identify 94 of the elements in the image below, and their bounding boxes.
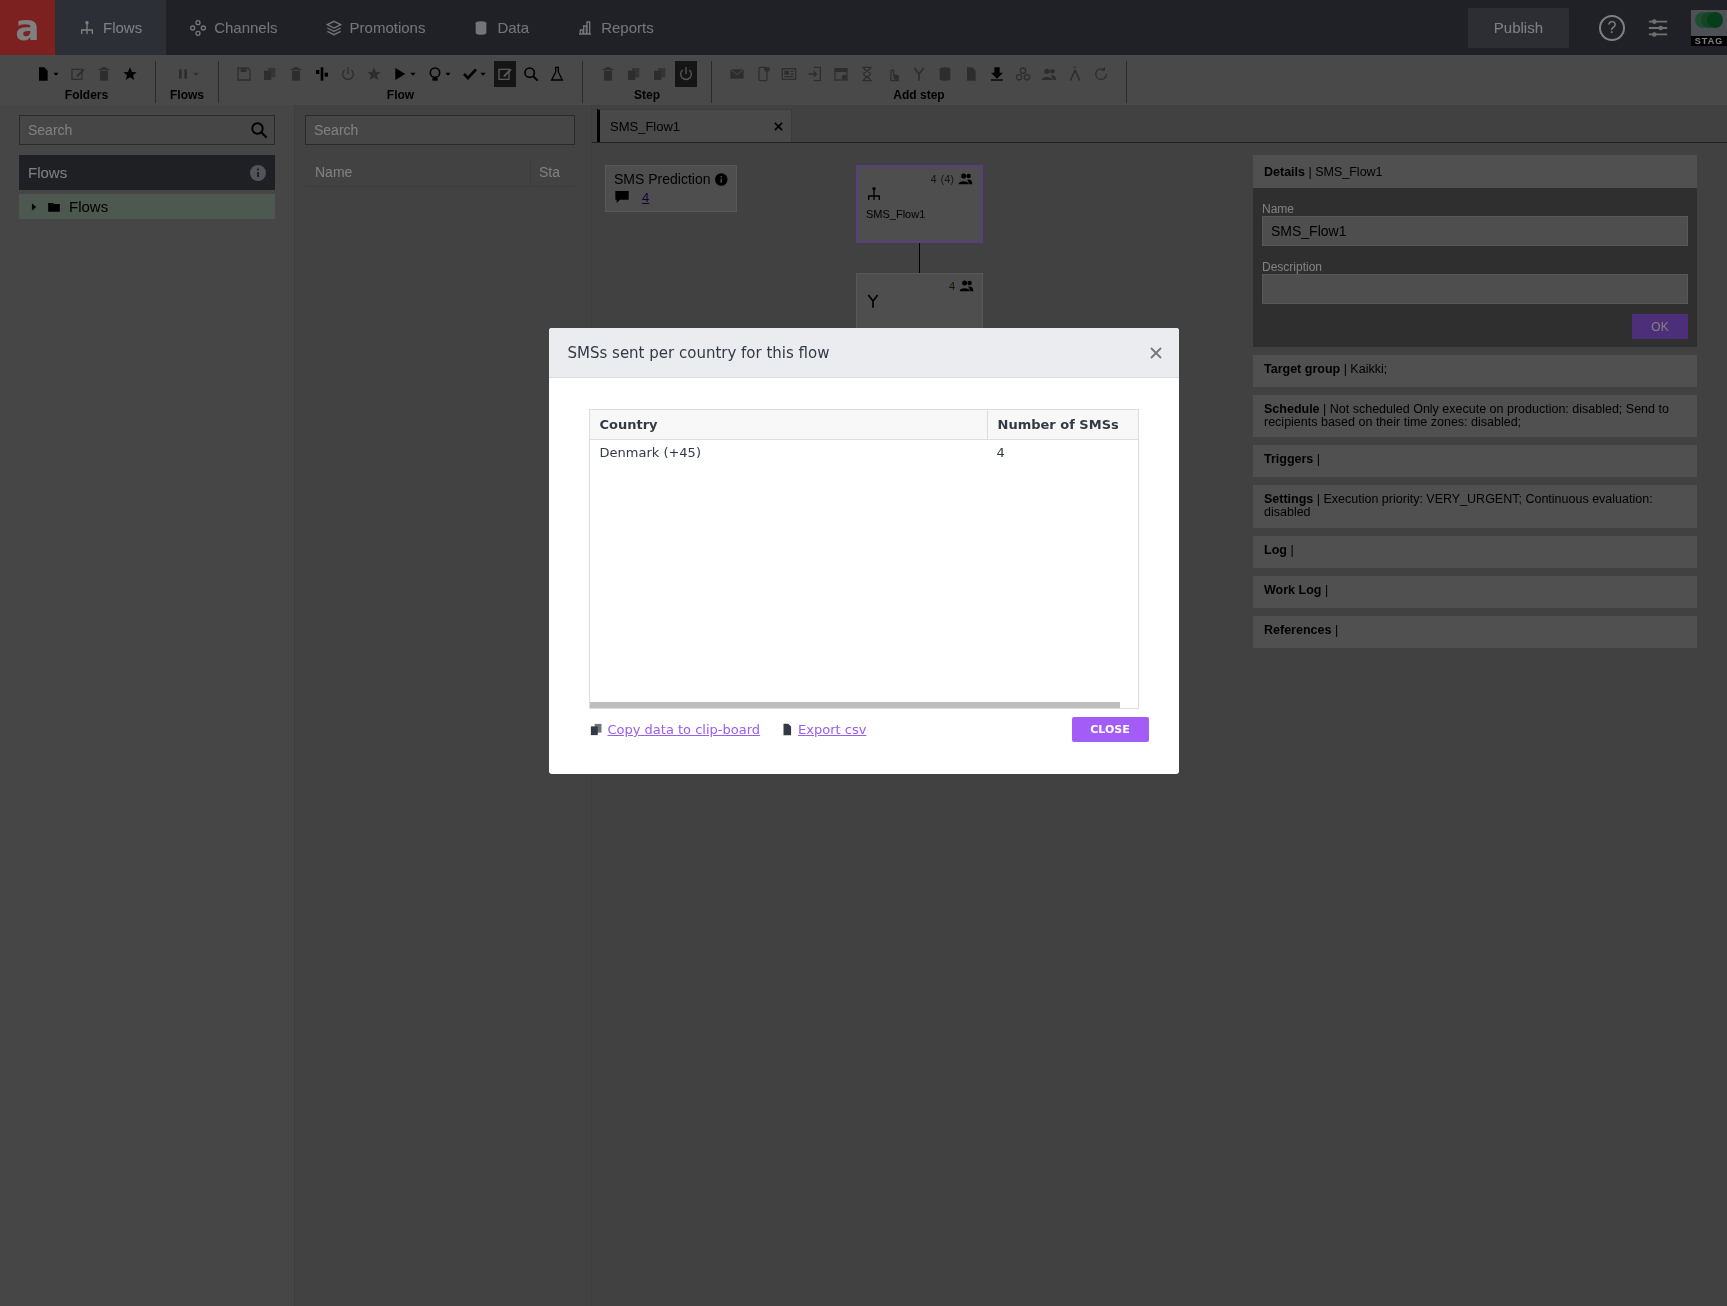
tree-item[interactable]: Flows [19,194,275,219]
info-icon[interactable] [250,164,266,181]
layers-icon [325,19,342,36]
trash-icon [96,66,112,82]
database-icon [937,66,953,82]
search-icon [523,66,539,82]
power-icon [340,66,356,82]
fork-icon [911,66,927,82]
close-button[interactable]: CLOSE [1071,717,1149,742]
nav-tab[interactable]: Channels [166,0,302,55]
hierarchy-icon [866,186,882,202]
export-link[interactable]: Export csv [780,722,867,737]
nav-tab[interactable]: Reports [553,0,678,55]
copy-icon [588,722,604,737]
panel-title: Flows [28,164,68,181]
toolbar-group-label: Step [634,88,660,102]
edit-icon [70,66,86,82]
lightbulb-icon [427,66,443,82]
star-icon [122,66,138,82]
refresh-icon [1093,66,1109,82]
lambda-icon [1067,66,1083,82]
table-cell-text: Denmark (+45) [598,444,702,462]
table-cell-text: 4 [995,444,1006,462]
environment-badge[interactable]: STAG [1691,9,1727,46]
toolbar-group-label: Folders [64,88,109,102]
copy-icon [652,66,668,82]
toolbar-button[interactable] [494,61,516,87]
close-icon[interactable] [774,121,783,131]
trash-icon [288,66,304,82]
logo[interactable]: a [0,0,55,55]
copy-icon [262,66,278,82]
field-label: Description [1262,260,1323,274]
name-field[interactable]: SMS_Flow1 [1262,216,1688,246]
users-icon [1041,66,1057,82]
edit-icon [497,66,513,82]
checkmark-icon [462,66,478,82]
node-label: SMS_Flow1 [866,208,927,220]
envelope-icon [729,66,745,82]
details-section[interactable]: Settings | Execution priority: VERY_URGENT; Continuous evaluation: disabled [1253,485,1697,528]
fork-icon [865,293,881,309]
node-count: 4 [930,172,937,185]
help-button[interactable]: ? [1599,14,1625,41]
flask-icon [549,66,565,82]
hourglass-icon [859,66,875,82]
details-section[interactable]: References | [1253,615,1697,648]
node-count: 4 [948,279,955,292]
details-section[interactable]: Target group | Kaikki; [1253,355,1697,387]
details-section[interactable]: Triggers | [1253,445,1697,478]
scrollbar[interactable] [589,702,1120,708]
field-label: Name [1262,202,1294,216]
login-icon [807,66,823,82]
newspaper-icon [781,66,797,82]
editor-tab[interactable]: SMS_Flow1 [597,109,792,142]
description-field[interactable] [1262,274,1688,304]
prediction-link[interactable]: 4 [642,189,650,205]
ok-button[interactable]: OK [1632,314,1688,339]
chat-icon [614,189,630,205]
details-section[interactable]: Work Log | [1253,575,1697,608]
calendar-icon [833,66,849,82]
download-icon [989,66,1005,82]
phone-icon [755,66,771,82]
users-icon [958,171,973,186]
nodes-icon [190,19,207,36]
toolbar-button[interactable] [675,61,697,87]
search-icon [250,121,268,139]
column-header[interactable]: Number of SMSs [986,410,1138,439]
copy-link[interactable]: Copy data to clip-board [588,722,761,737]
details-header: Details | SMS_Flow1 [1264,164,1383,179]
sliders-icon[interactable] [1647,16,1669,39]
bar-chart-icon [577,19,594,36]
users-icon [959,278,974,293]
prediction-title: SMS Prediction [614,171,711,187]
toolbar-group-label: Add step [893,88,945,102]
columns-icon [314,66,330,82]
details-section[interactable]: Schedule | Not scheduled Only execute on production: disabled; Send to recipients based on their time zones: disabled; [1253,395,1697,438]
hierarchy-icon [79,19,95,36]
column-header[interactable]: Country [589,410,987,439]
dialog-title: SMSs sent per country for this flow [567,343,830,362]
power-icon [678,66,694,82]
circles-icon [1015,66,1031,82]
publish-button[interactable]: Publish [1467,7,1569,48]
nav-tab[interactable]: Flows [55,0,167,55]
trash-icon [600,66,616,82]
tree-item-label: Flows [69,198,109,215]
toolbar-group-label: Flow [386,88,415,102]
nav-tab[interactable]: Data [449,0,554,55]
close-icon[interactable] [1149,346,1162,359]
details-section[interactable]: Log | [1253,535,1697,568]
copy-icon [626,66,642,82]
nav-tab[interactable]: Promotions [301,0,450,55]
tab-label: SMS_Flow1 [610,118,681,134]
toolbar-group-label: Flows [170,88,204,102]
info-icon[interactable] [715,171,728,187]
star-icon [366,66,382,82]
